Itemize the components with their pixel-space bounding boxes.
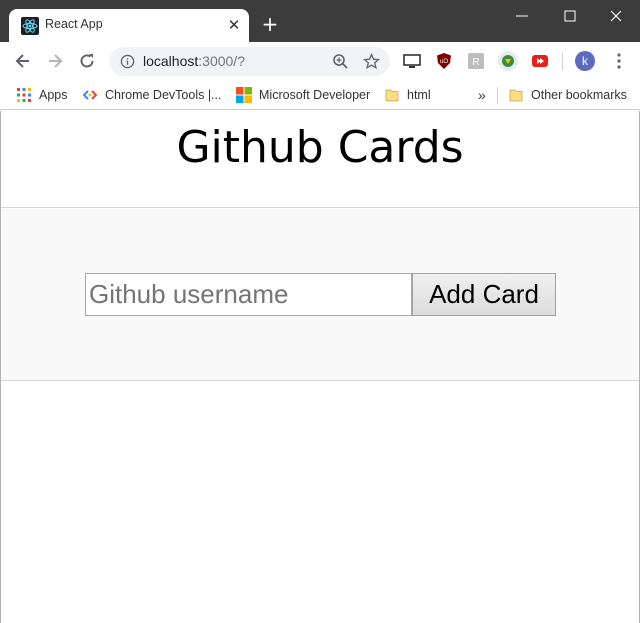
apps-grid-icon	[17, 88, 31, 102]
extension-icon[interactable]: R	[467, 52, 485, 70]
maximize-icon[interactable]	[560, 6, 580, 26]
ublock-icon[interactable]: uO	[435, 52, 453, 70]
app-header: Github Cards	[1, 111, 639, 208]
add-card-form: Add Card	[1, 209, 639, 381]
kebab-menu-icon[interactable]	[612, 52, 626, 70]
bookmarks-bar: Apps Chrome DevTools |... Microsoft Deve…	[0, 80, 640, 110]
minimize-icon[interactable]	[512, 6, 532, 26]
bookmarks-overflow-chevron-icon[interactable]: »	[478, 87, 486, 103]
folder-icon	[509, 89, 523, 102]
cast-icon[interactable]	[403, 52, 421, 70]
folder-icon	[385, 89, 399, 102]
zoom-icon[interactable]	[332, 53, 349, 70]
close-window-icon[interactable]	[606, 6, 626, 26]
react-icon	[21, 17, 39, 35]
toolbar-divider	[562, 53, 563, 70]
page-title: Github Cards	[176, 122, 464, 173]
tab-close-icon[interactable]: ✕	[225, 16, 243, 34]
reload-icon[interactable]	[77, 51, 97, 71]
bookmark-other-bookmarks[interactable]: Other bookmarks	[508, 87, 627, 103]
address-bar[interactable]: localhost:3000/?	[109, 47, 390, 76]
profile-avatar[interactable]: k	[575, 51, 595, 71]
new-tab-icon[interactable]: +	[260, 14, 280, 34]
add-card-button[interactable]: Add Card	[412, 273, 556, 316]
devtools-icon	[82, 90, 98, 100]
tab-title: React App	[45, 17, 103, 31]
microsoft-icon	[236, 87, 252, 103]
bookmark-folder-html[interactable]: html	[384, 87, 431, 103]
bookmark-label: html	[407, 88, 431, 102]
browser-toolbar: localhost:3000/? uO R k	[0, 42, 640, 80]
svg-text:R: R	[472, 57, 479, 68]
info-icon[interactable]	[120, 54, 135, 69]
url-path: :3000/?	[198, 53, 245, 69]
bookmark-label: Chrome DevTools |...	[105, 88, 222, 102]
bookmark-apps[interactable]: Apps	[16, 87, 68, 103]
bookmark-chrome-devtools[interactable]: Chrome DevTools |...	[82, 87, 221, 103]
bookmark-label: Other bookmarks	[531, 88, 627, 102]
bookmark-label: Microsoft Developer	[259, 88, 371, 102]
url-text[interactable]: localhost:3000/?	[143, 53, 245, 69]
window-titlebar: React App ✕ +	[0, 0, 640, 42]
youtube-icon[interactable]	[531, 52, 549, 70]
github-username-input[interactable]	[85, 273, 412, 316]
bookmark-label: Apps	[39, 88, 68, 102]
page-viewport: Github Cards Add Card	[0, 111, 640, 623]
svg-text:uO: uO	[440, 59, 448, 65]
url-host: localhost	[143, 53, 199, 69]
bookmark-star-icon[interactable]	[363, 53, 380, 70]
browser-tab[interactable]: React App ✕	[9, 9, 249, 42]
bookmarks-divider	[497, 87, 498, 104]
bookmark-microsoft-developer[interactable]: Microsoft Developer	[236, 87, 370, 103]
forward-arrow-icon[interactable]	[45, 51, 65, 71]
back-arrow-icon[interactable]	[13, 51, 33, 71]
idm-icon[interactable]	[497, 50, 519, 72]
